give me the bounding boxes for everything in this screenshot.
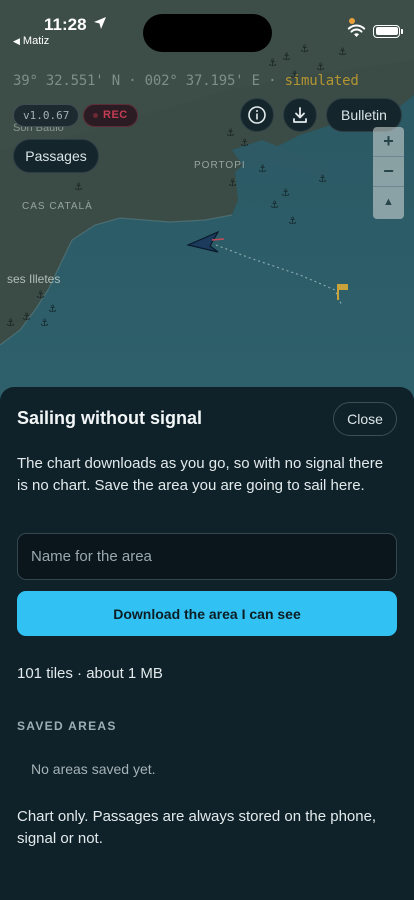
place-label-portopi: PORTOPI: [194, 160, 246, 171]
back-to-app-link[interactable]: ◀ Matiz: [13, 35, 49, 47]
location-arrow-icon: [94, 17, 106, 29]
sheet-title: Sailing without signal: [17, 408, 203, 428]
svg-text:⚓: ⚓: [258, 164, 267, 175]
close-button[interactable]: Close: [333, 402, 397, 436]
svg-text:⚓: ⚓: [22, 312, 31, 323]
svg-text:⚓: ⚓: [268, 58, 277, 69]
download-area-button[interactable]: Download the area I can see: [17, 591, 397, 636]
rec-dot-icon: [93, 112, 98, 118]
tiles-info: 101 tiles · about 1 MB: [17, 665, 163, 682]
battery-icon: [373, 24, 403, 38]
svg-text:⚓: ⚓: [48, 304, 57, 315]
coordinates-text: 39° 32.551' N · 002° 37.195' E ·: [13, 73, 285, 89]
passages-button[interactable]: Passages: [13, 139, 99, 173]
rec-label: REC: [103, 109, 128, 121]
wifi-icon: [347, 24, 366, 37]
nautical-chart-map[interactable]: ⚓ ⚓ ⚓ ⚓ ⚓ ⚓ ⚓ ⚓ ⚓ ⚓ ⚓ ⚓ ⚓ ⚓ ⚓ ⚓ ⚓ ⚓ ⚓ ⚓ PORTOPI CAS C…: [0, 0, 414, 420]
zoom-in-button[interactable]: +: [373, 127, 404, 157]
simulated-label: simulated: [284, 73, 359, 89]
zoom-controls: + − ▲: [373, 127, 404, 219]
footer-note: Chart only. Passages are always stored o…: [17, 808, 377, 847]
download-map-button[interactable]: [283, 98, 317, 132]
offline-sheet: Sailing without signal Close The chart d…: [0, 387, 414, 900]
svg-text:⚓: ⚓: [288, 216, 297, 227]
version-chip: v1.0.67: [13, 104, 80, 127]
compass-button[interactable]: ▲: [373, 187, 404, 217]
back-triangle-icon: ◀: [13, 36, 20, 46]
svg-text:⚓: ⚓: [281, 188, 290, 199]
place-label-ses-illetes: ses Illetes: [7, 272, 61, 286]
saved-areas-empty-message: No areas saved yet.: [31, 761, 156, 777]
svg-text:⚓: ⚓: [316, 62, 325, 73]
dynamic-island: [143, 14, 272, 52]
zoom-out-button[interactable]: −: [373, 157, 404, 187]
svg-text:⚓: ⚓: [270, 200, 279, 211]
svg-text:⚓: ⚓: [240, 138, 249, 149]
svg-text:⚓: ⚓: [40, 318, 49, 329]
saved-areas-heading: SAVED AREAS: [17, 719, 117, 733]
rec-chip[interactable]: REC: [83, 104, 138, 127]
svg-text:⚓: ⚓: [228, 178, 237, 189]
position-readout: 39° 32.551' N · 002° 37.195' E · simulat…: [13, 73, 359, 89]
info-button[interactable]: [240, 98, 274, 132]
svg-text:⚓: ⚓: [226, 128, 235, 139]
area-name-input[interactable]: [17, 533, 397, 580]
back-app-label: Matiz: [22, 35, 50, 47]
svg-text:⚓: ⚓: [36, 290, 45, 301]
status-bar: 11:28 ◀ Matiz: [0, 0, 414, 54]
place-label-cas-catala: CAS CATALÀ: [22, 201, 93, 212]
download-icon: [293, 107, 307, 123]
status-time: 11:28: [44, 15, 87, 34]
svg-text:⚓: ⚓: [74, 182, 83, 193]
info-icon: [248, 106, 266, 124]
sheet-description: The chart downloads as you go, so with n…: [17, 455, 384, 494]
svg-text:⚓: ⚓: [318, 174, 327, 185]
svg-text:⚓: ⚓: [6, 318, 15, 329]
status-icons: [347, 24, 403, 38]
